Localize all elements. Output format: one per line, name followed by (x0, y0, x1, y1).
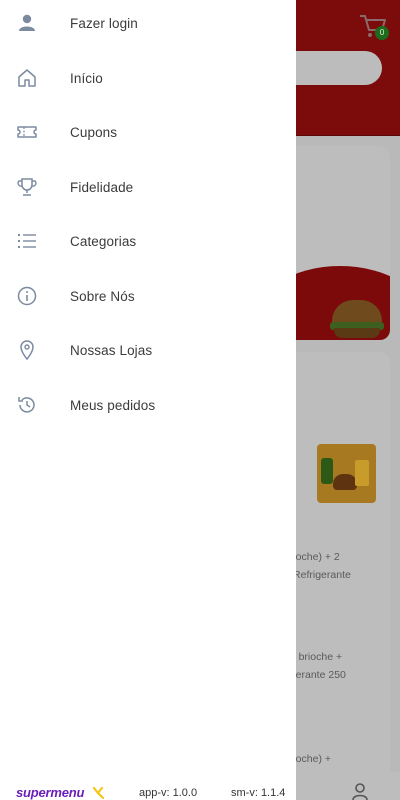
app-version-label: app-v: 1.0.0 (139, 787, 198, 799)
menu-item-login[interactable]: Fazer login (0, 0, 296, 50)
menu-item-label: Fazer login (70, 15, 138, 31)
menu-item-coupons[interactable]: Cupons (0, 105, 296, 159)
sm-version-label: sm-v: 1.1.4 (231, 787, 286, 799)
fries-image (355, 460, 369, 486)
home-icon (16, 67, 38, 89)
info-icon (16, 285, 38, 307)
burger-bottom (334, 328, 380, 338)
menu-item-label: Sobre Nós (70, 288, 135, 304)
location-pin-icon (16, 339, 38, 361)
menu-item-categories[interactable]: Categorias (0, 214, 296, 268)
menu-item-orders[interactable]: Meus pedidos (0, 378, 296, 432)
list-icon (16, 230, 38, 252)
menu-item-home[interactable]: Início (0, 51, 296, 105)
trophy-icon (16, 176, 38, 198)
brand-logo: supermenu (16, 785, 85, 800)
menu-item-label: Fidelidade (70, 179, 134, 195)
drawer-footer: supermenu app-v: 1.0.0 sm-v: 1.1.4 (0, 782, 296, 800)
menu-item-label: Início (70, 70, 103, 86)
product-image (317, 444, 376, 503)
menu-item-label: Nossas Lojas (70, 342, 153, 358)
menu-item-label: Meus pedidos (70, 397, 156, 413)
bottle-image (321, 458, 333, 484)
burger-thumb (333, 474, 357, 490)
brand-star-icon (92, 784, 105, 800)
navigation-drawer: Fazer login Início Cupons Fidelidade Cat… (0, 0, 296, 800)
menu-item-about[interactable]: Sobre Nós (0, 269, 296, 323)
cart-count-badge: 0 (375, 26, 389, 40)
menu-item-stores[interactable]: Nossas Lojas (0, 323, 296, 377)
menu-item-label: Cupons (70, 124, 118, 140)
menu-item-label: Categorias (70, 233, 137, 249)
history-icon (16, 394, 38, 416)
profile-tab-icon[interactable] (351, 782, 369, 800)
menu-item-loyalty[interactable]: Fidelidade (0, 160, 296, 214)
user-icon (16, 12, 38, 34)
ticket-icon (16, 121, 38, 143)
